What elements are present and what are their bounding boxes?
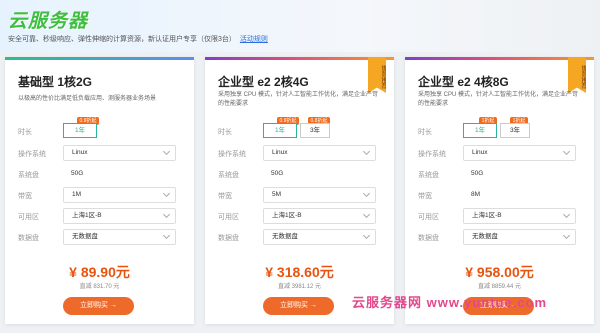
bandwidth-select[interactable]: 1M <box>63 187 176 203</box>
system-disk-label: 系统盘 <box>418 172 439 179</box>
duration-option-3yr[interactable]: 3年 <box>300 123 330 138</box>
page-subtitle: 安全可靠、秒级响应、弹性伸缩的计算资源，新认证用户专享（仅限3台） 活动规则 <box>8 34 268 44</box>
subtitle-text: 安全可靠、秒级响应、弹性伸缩的计算资源，新认证用户专享（仅限3台） <box>8 36 236 43</box>
duration-option-3yr[interactable]: 3年 <box>500 123 530 138</box>
duration-label: 时长 <box>18 129 32 136</box>
card-description: 采用独享 CPU 模式，针对人工智能工作优化，满足企业严苛的性能要求 <box>218 92 379 107</box>
chevron-down-icon <box>562 231 571 240</box>
os-value: Linux <box>472 149 488 156</box>
bandwidth-value: 5M <box>272 191 282 198</box>
zone-label: 可用区 <box>218 214 239 221</box>
duration-option-1yr[interactable]: 1年 <box>463 123 497 138</box>
zone-select[interactable]: 上海1区-B <box>463 208 576 224</box>
hot-recommend-ribbon: 爆款推荐 <box>368 57 386 93</box>
discount-amount: 直减 831.70 元 <box>79 284 120 290</box>
duration-label: 时长 <box>218 129 232 136</box>
chevron-down-icon <box>362 231 371 240</box>
chevron-down-icon <box>362 210 371 219</box>
chevron-down-icon <box>162 210 171 219</box>
data-disk-value: 无数据盘 <box>272 233 298 240</box>
data-disk-select[interactable]: 无数据盘 <box>263 229 376 245</box>
system-disk-value: 50G <box>271 170 284 177</box>
os-select[interactable]: Linux <box>63 145 176 161</box>
zone-label: 可用区 <box>418 214 439 221</box>
card-description: 以极高的性价比满足低负载应用、测服务器业务场景 <box>18 96 157 102</box>
os-select[interactable]: Linux <box>263 145 376 161</box>
chevron-down-icon <box>562 147 571 156</box>
chevron-down-icon <box>162 231 171 240</box>
bandwidth-label: 带宽 <box>18 193 32 200</box>
os-label: 操作系统 <box>18 151 46 158</box>
zone-value: 上海1区-B <box>72 212 102 219</box>
bandwidth-label: 带宽 <box>218 193 232 200</box>
data-disk-value: 无数据盘 <box>472 233 498 240</box>
discount-amount: 直减 3981.12 元 <box>277 284 322 290</box>
discount-amount: 直减 8859.44 元 <box>477 284 522 290</box>
chevron-down-icon <box>562 210 571 219</box>
page-title: 云服务器 <box>8 10 89 32</box>
card-description: 采用独享 CPU 模式，针对人工智能工作优化，满足企业严苛的性能要求 <box>418 92 579 107</box>
os-label: 操作系统 <box>418 151 446 158</box>
os-value: Linux <box>272 149 288 156</box>
rules-link[interactable]: 活动规则 <box>240 36 268 43</box>
price: ¥ 89.90元 <box>69 264 130 280</box>
data-disk-select[interactable]: 无数据盘 <box>63 229 176 245</box>
price: ¥ 318.60元 <box>265 264 334 280</box>
chevron-down-icon <box>162 189 171 198</box>
zone-value: 上海1区-B <box>472 212 502 219</box>
card-title: 企业型 e2 4核8G <box>418 75 509 89</box>
duration-option-1yr[interactable]: 1年 <box>263 123 297 138</box>
hot-recommend-ribbon: 爆款推荐 <box>568 57 586 93</box>
os-label: 操作系统 <box>218 151 246 158</box>
system-disk-label: 系统盘 <box>218 172 239 179</box>
chevron-down-icon <box>362 189 371 198</box>
product-card-e2-2c4g: 爆款推荐 企业型 e2 2核4G 采用独享 CPU 模式，针对人工智能工作优化，… <box>205 57 394 324</box>
price: ¥ 958.00元 <box>465 264 534 280</box>
chevron-down-icon <box>162 147 171 156</box>
card-accent-bar <box>205 57 394 60</box>
zone-select[interactable]: 上海1区-B <box>263 208 376 224</box>
buy-now-button[interactable]: 立即购买 → <box>63 297 134 315</box>
duration-option-1yr[interactable]: 1年 <box>63 123 97 138</box>
zone-label: 可用区 <box>18 214 39 221</box>
card-title: 基础型 1核2G <box>18 75 93 89</box>
zone-select[interactable]: 上海1区-B <box>63 208 176 224</box>
card-title: 企业型 e2 2核4G <box>218 75 309 89</box>
system-disk-label: 系统盘 <box>18 172 39 179</box>
card-accent-bar <box>405 57 594 60</box>
data-disk-value: 无数据盘 <box>72 233 98 240</box>
bandwidth-value: 1M <box>72 191 82 198</box>
product-card-basic: 基础型 1核2G 以极高的性价比满足低负载应用、测服务器业务场景 时长 0.9折… <box>5 57 194 324</box>
bandwidth-select[interactable]: 5M <box>263 187 376 203</box>
buy-now-button[interactable]: 立即购买 → <box>263 297 334 315</box>
site-watermark: 云服务器网 www.yuntue.com <box>352 295 548 310</box>
system-disk-value: 50G <box>71 170 84 177</box>
data-disk-select[interactable]: 无数据盘 <box>463 229 576 245</box>
zone-value: 上海1区-B <box>272 212 302 219</box>
system-disk-value: 50G <box>471 170 484 177</box>
header-banner: 云服务器 安全可靠、秒级响应、弹性伸缩的计算资源，新认证用户专享（仅限3台） 活动… <box>0 0 600 52</box>
data-disk-label: 数据盘 <box>418 235 439 242</box>
os-select[interactable]: Linux <box>463 145 576 161</box>
bandwidth-label: 带宽 <box>418 193 432 200</box>
data-disk-label: 数据盘 <box>218 235 239 242</box>
product-card-e2-4c8g: 爆款推荐 企业型 e2 4核8G 采用独享 CPU 模式，针对人工智能工作优化，… <box>405 57 594 324</box>
os-value: Linux <box>72 149 88 156</box>
duration-label: 时长 <box>418 129 432 136</box>
data-disk-label: 数据盘 <box>18 235 39 242</box>
chevron-down-icon <box>362 147 371 156</box>
card-accent-bar <box>5 57 194 60</box>
bandwidth-value: 8M <box>471 191 481 198</box>
